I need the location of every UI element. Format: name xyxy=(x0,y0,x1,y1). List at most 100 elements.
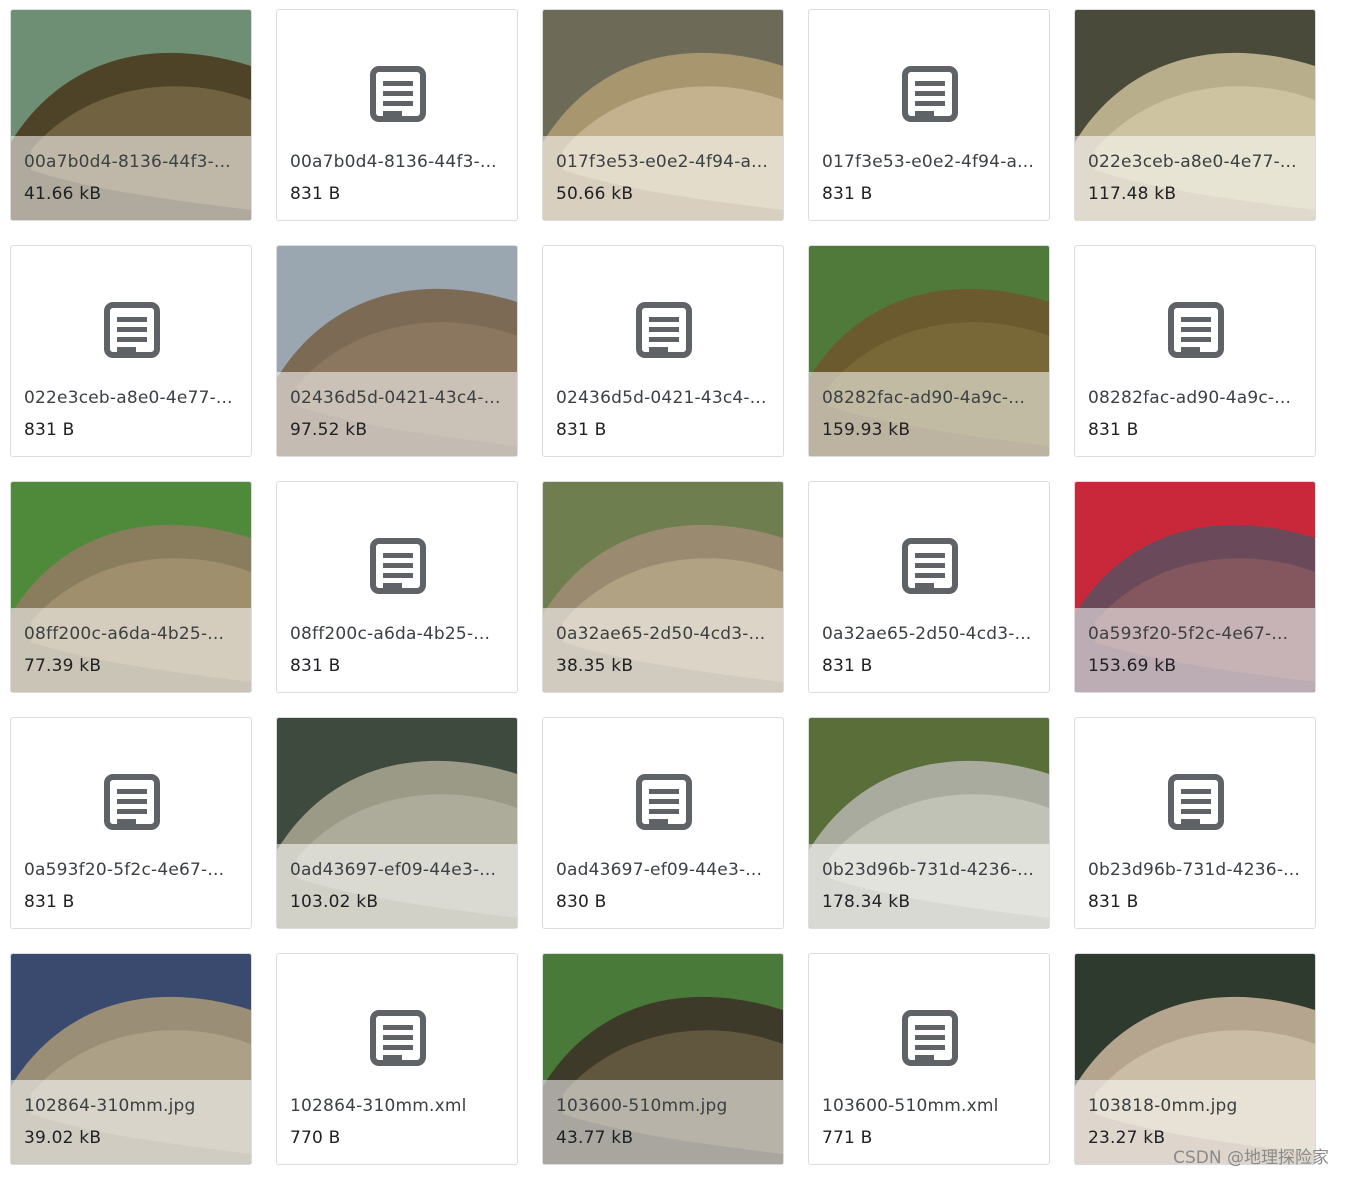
file-size: 50.66 kB xyxy=(556,184,634,204)
file-size: 831 B xyxy=(24,892,75,912)
xml-file-card[interactable]: 0ad43697-ef09-44e3-... 830 B xyxy=(542,717,784,929)
xml-file-card[interactable]: 00a7b0d4-8136-44f3-... 831 B xyxy=(276,9,518,221)
file-caption: 02436d5d-0421-43c4-... 97.52 kB xyxy=(277,372,517,456)
file-name: 08282fac-ad90-4a9c-... xyxy=(1088,388,1292,408)
file-caption: 103600-510mm.jpg 43.77 kB xyxy=(543,1080,783,1164)
xml-file-card[interactable]: 0b23d96b-731d-4236-... 831 B xyxy=(1074,717,1316,929)
file-caption: 0a32ae65-2d50-4cd3-... 38.35 kB xyxy=(543,608,783,692)
file-grid: 00a7b0d4-8136-44f3-... 41.66 kB 00a7b0d4-8… xyxy=(10,9,1316,1165)
document-icon xyxy=(902,66,958,122)
file-name: 0a32ae65-2d50-4cd3-... xyxy=(822,624,1032,644)
file-name: 022e3ceb-a8e0-4e77-... xyxy=(1088,152,1297,172)
image-file-card[interactable]: 017f3e53-e0e2-4f94-a... 50.66 kB xyxy=(542,9,784,221)
image-file-card[interactable]: 103818-0mm.jpg 23.27 kB xyxy=(1074,953,1316,1165)
file-size: 117.48 kB xyxy=(1088,184,1177,204)
file-caption: 103600-510mm.xml 771 B xyxy=(809,1080,1049,1164)
file-size: 831 B xyxy=(24,420,75,440)
file-caption: 0a593f20-5f2c-4e67-... 831 B xyxy=(11,844,251,928)
file-name: 02436d5d-0421-43c4-... xyxy=(290,388,501,408)
document-icon xyxy=(104,774,160,830)
file-size: 830 B xyxy=(556,892,607,912)
file-caption: 02436d5d-0421-43c4-... 831 B xyxy=(543,372,783,456)
file-size: 178.34 kB xyxy=(822,892,911,912)
xml-file-card[interactable]: 08282fac-ad90-4a9c-... 831 B xyxy=(1074,245,1316,457)
file-size: 831 B xyxy=(556,420,607,440)
file-caption: 0ad43697-ef09-44e3-... 830 B xyxy=(543,844,783,928)
document-icon xyxy=(370,538,426,594)
image-file-card[interactable]: 08282fac-ad90-4a9c-... 159.93 kB xyxy=(808,245,1050,457)
file-size: 831 B xyxy=(290,656,341,676)
file-name: 02436d5d-0421-43c4-... xyxy=(556,388,767,408)
image-file-card[interactable]: 02436d5d-0421-43c4-... 97.52 kB xyxy=(276,245,518,457)
file-caption: 00a7b0d4-8136-44f3-... 831 B xyxy=(277,136,517,220)
file-caption: 0b23d96b-731d-4236-... 178.34 kB xyxy=(809,844,1049,928)
xml-file-card[interactable]: 017f3e53-e0e2-4f94-a... 831 B xyxy=(808,9,1050,221)
file-caption: 022e3ceb-a8e0-4e77-... 117.48 kB xyxy=(1075,136,1315,220)
file-name: 0ad43697-ef09-44e3-... xyxy=(290,860,497,880)
file-size: 831 B xyxy=(822,656,873,676)
document-icon xyxy=(636,302,692,358)
file-caption: 0a593f20-5f2c-4e67-... 153.69 kB xyxy=(1075,608,1315,692)
file-name: 0b23d96b-731d-4236-... xyxy=(1088,860,1300,880)
file-caption: 08ff200c-a6da-4b25-... 831 B xyxy=(277,608,517,692)
file-size: 39.02 kB xyxy=(24,1128,102,1148)
file-size: 43.77 kB xyxy=(556,1128,634,1148)
xml-file-card[interactable]: 08ff200c-a6da-4b25-... 831 B xyxy=(276,481,518,693)
image-file-card[interactable]: 102864-310mm.jpg 39.02 kB xyxy=(10,953,252,1165)
file-size: 831 B xyxy=(1088,420,1139,440)
document-icon xyxy=(370,66,426,122)
image-file-card[interactable]: 0a593f20-5f2c-4e67-... 153.69 kB xyxy=(1074,481,1316,693)
file-name: 017f3e53-e0e2-4f94-a... xyxy=(822,152,1034,172)
file-caption: 102864-310mm.jpg 39.02 kB xyxy=(11,1080,251,1164)
file-caption: 017f3e53-e0e2-4f94-a... 50.66 kB xyxy=(543,136,783,220)
file-caption: 08282fac-ad90-4a9c-... 831 B xyxy=(1075,372,1315,456)
image-file-card[interactable]: 0b23d96b-731d-4236-... 178.34 kB xyxy=(808,717,1050,929)
file-caption: 08ff200c-a6da-4b25-... 77.39 kB xyxy=(11,608,251,692)
file-caption: 0ad43697-ef09-44e3-... 103.02 kB xyxy=(277,844,517,928)
file-size: 831 B xyxy=(1088,892,1139,912)
file-name: 102864-310mm.xml xyxy=(290,1096,467,1116)
xml-file-card[interactable]: 102864-310mm.xml 770 B xyxy=(276,953,518,1165)
file-name: 08ff200c-a6da-4b25-... xyxy=(290,624,491,644)
document-icon xyxy=(636,774,692,830)
file-name: 022e3ceb-a8e0-4e77-... xyxy=(24,388,233,408)
file-name: 0a593f20-5f2c-4e67-... xyxy=(1088,624,1289,644)
file-name: 0b23d96b-731d-4236-... xyxy=(822,860,1034,880)
file-name: 08ff200c-a6da-4b25-... xyxy=(24,624,225,644)
image-file-card[interactable]: 08ff200c-a6da-4b25-... 77.39 kB xyxy=(10,481,252,693)
image-file-card[interactable]: 0a32ae65-2d50-4cd3-... 38.35 kB xyxy=(542,481,784,693)
image-file-card[interactable]: 022e3ceb-a8e0-4e77-... 117.48 kB xyxy=(1074,9,1316,221)
document-icon xyxy=(1168,302,1224,358)
image-file-card[interactable]: 0ad43697-ef09-44e3-... 103.02 kB xyxy=(276,717,518,929)
file-caption: 102864-310mm.xml 770 B xyxy=(277,1080,517,1164)
file-name: 103600-510mm.jpg xyxy=(556,1096,728,1116)
xml-file-card[interactable]: 0a593f20-5f2c-4e67-... 831 B xyxy=(10,717,252,929)
file-name: 102864-310mm.jpg xyxy=(24,1096,196,1116)
document-icon xyxy=(1168,774,1224,830)
document-icon xyxy=(104,302,160,358)
file-size: 831 B xyxy=(290,184,341,204)
image-file-card[interactable]: 103600-510mm.jpg 43.77 kB xyxy=(542,953,784,1165)
file-size: 38.35 kB xyxy=(556,656,634,676)
file-size: 159.93 kB xyxy=(822,420,911,440)
file-name: 0a32ae65-2d50-4cd3-... xyxy=(556,624,766,644)
file-caption: 022e3ceb-a8e0-4e77-... 831 B xyxy=(11,372,251,456)
file-caption: 00a7b0d4-8136-44f3-... 41.66 kB xyxy=(11,136,251,220)
file-name: 103818-0mm.jpg xyxy=(1088,1096,1238,1116)
file-size: 103.02 kB xyxy=(290,892,379,912)
file-caption: 0a32ae65-2d50-4cd3-... 831 B xyxy=(809,608,1049,692)
file-name: 00a7b0d4-8136-44f3-... xyxy=(24,152,231,172)
file-caption: 08282fac-ad90-4a9c-... 159.93 kB xyxy=(809,372,1049,456)
xml-file-card[interactable]: 022e3ceb-a8e0-4e77-... 831 B xyxy=(10,245,252,457)
document-icon xyxy=(902,1010,958,1066)
file-size: 831 B xyxy=(822,184,873,204)
file-caption: 0b23d96b-731d-4236-... 831 B xyxy=(1075,844,1315,928)
file-size: 23.27 kB xyxy=(1088,1128,1166,1148)
xml-file-card[interactable]: 0a32ae65-2d50-4cd3-... 831 B xyxy=(808,481,1050,693)
file-name: 103600-510mm.xml xyxy=(822,1096,999,1116)
image-file-card[interactable]: 00a7b0d4-8136-44f3-... 41.66 kB xyxy=(10,9,252,221)
xml-file-card[interactable]: 103600-510mm.xml 771 B xyxy=(808,953,1050,1165)
xml-file-card[interactable]: 02436d5d-0421-43c4-... 831 B xyxy=(542,245,784,457)
file-size: 41.66 kB xyxy=(24,184,102,204)
file-name: 00a7b0d4-8136-44f3-... xyxy=(290,152,497,172)
